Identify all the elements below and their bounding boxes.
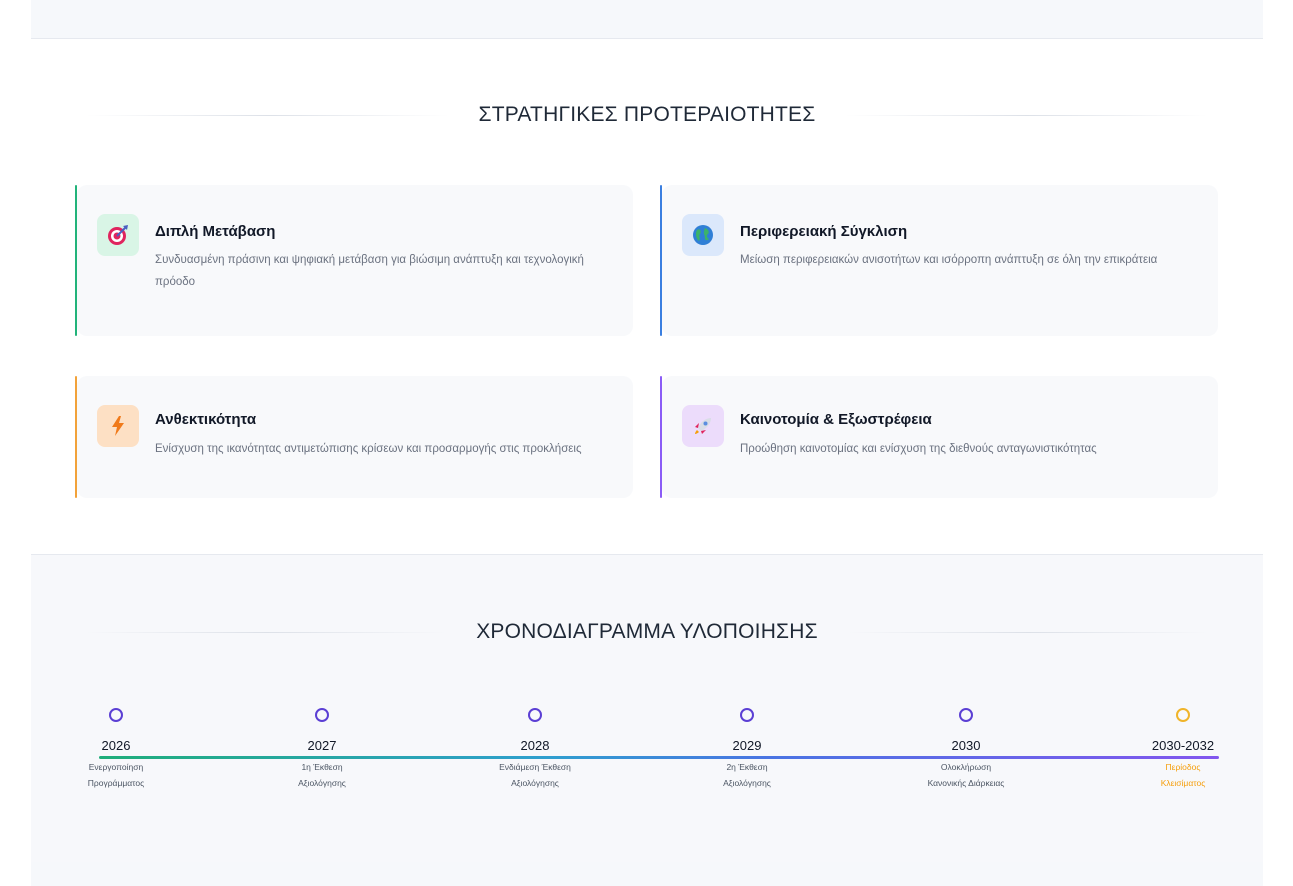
milestone-marker [740, 708, 754, 722]
card-description: Ενίσχυση της ικανότητας αντιμετώπισης κρ… [155, 443, 582, 455]
rocket-icon [682, 405, 724, 447]
globe-icon [682, 214, 724, 256]
milestone-marker [315, 708, 329, 722]
timeline-milestone[interactable]: 2028 Ενδιάμεση Έκθεση Αξιολόγησης [465, 708, 605, 791]
milestone-label: 2η Έκθεση Αξιολόγησης [677, 759, 817, 791]
milestone-year: 2030 [951, 738, 981, 753]
milestone-year: 2029 [732, 738, 762, 753]
card-description: Μείωση περιφερειακών ανισοτήτων και ισόρ… [740, 254, 1158, 266]
milestone-marker [959, 708, 973, 722]
milestone-marker [1176, 708, 1190, 722]
milestone-label: Ενεργοποίηση Προγράμματος [46, 759, 186, 791]
card-description: Προώθηση καινοτομίας και ενίσχυση της δι… [740, 443, 1097, 455]
lightning-icon [97, 405, 139, 447]
card-title: Περιφερειακή Σύγκλιση [740, 223, 908, 240]
milestone-label-line-1: Ολοκλήρωση [940, 762, 992, 772]
milestone-marker [109, 708, 123, 722]
section-title: ΣΤΡΑΤΗΓΙΚΕΣ ΠΡΟΤΕΡΑΙΟΤΗΤΕΣ [478, 103, 816, 126]
strategic-priorities-section: ΣΤΡΑΤΗΓΙΚΕΣ ΠΡΟΤΕΡΑΙΟΤΗΤΕΣ Διπλή Μετάβασ… [31, 39, 1263, 555]
milestone-year: 2028 [520, 738, 550, 753]
milestone-label-line-1: 1η Έκθεση [301, 762, 343, 772]
milestone-label-line-1: Περίοδος [1165, 762, 1201, 772]
milestone-label: Ολοκλήρωση Κανονικής Διάρκειας [896, 759, 1036, 791]
implementation-timeline-section: ΧΡΟΝΟΔΙΑΓΡΑΜΜΑ ΥΛΟΠΟΙΗΣΗΣ 2026 Ενεργοποί… [31, 555, 1263, 863]
priority-card-dual-transition[interactable]: Διπλή Μετάβαση Συνδυασμένη πράσινη και ψ… [75, 185, 633, 336]
milestone-label: 1η Έκθεση Αξιολόγησης [252, 759, 392, 791]
priority-card-regional-convergence[interactable]: Περιφερειακή Σύγκλιση Μείωση περιφερειακ… [660, 185, 1218, 336]
card-title: Διπλή Μετάβαση [155, 223, 276, 240]
milestone-label-line-1: Ενεργοποίηση [88, 762, 144, 772]
timeline-milestone-closing[interactable]: 2030-2032 Περίοδος Κλεισίματος [1113, 708, 1253, 791]
card-title: Καινοτομία & Εξωστρέφεια [740, 411, 932, 428]
divider [86, 114, 449, 116]
milestone-label-line-2: Αξιολόγησης [298, 778, 346, 788]
timeline: 2026 Ενεργοποίηση Προγράμματος 2027 1η Έ… [31, 555, 1263, 862]
milestone-year: 2030-2032 [1151, 738, 1215, 753]
priority-card-innovation[interactable]: Καινοτομία & Εξωστρέφεια Προώθηση καινοτ… [660, 376, 1218, 498]
timeline-milestone[interactable]: 2027 1η Έκθεση Αξιολόγησης [252, 708, 392, 791]
milestone-label-line-2: Αξιολόγησης [511, 778, 559, 788]
timeline-milestone[interactable]: 2029 2η Έκθεση Αξιολόγησης [677, 708, 817, 791]
milestone-label-line-1: 2η Έκθεση [726, 762, 768, 772]
milestone-label-line-1: Ενδιάμεση Έκθεση [499, 762, 571, 772]
bottom-section-edge [31, 862, 1263, 886]
priority-card-resilience[interactable]: Ανθεκτικότητα Ενίσχυση της ικανότητας αν… [75, 376, 633, 498]
divider [845, 114, 1208, 116]
target-icon [97, 214, 139, 256]
timeline-milestone[interactable]: 2026 Ενεργοποίηση Προγράμματος [46, 708, 186, 791]
milestone-label-line-2: Κλεισίματος [1160, 778, 1206, 788]
milestone-label: Ενδιάμεση Έκθεση Αξιολόγησης [465, 759, 605, 791]
milestone-year: 2026 [101, 738, 131, 753]
top-section-edge [31, 0, 1263, 39]
milestone-label-line-2: Κανονικής Διάρκειας [927, 778, 1005, 788]
page-container: ΣΤΡΑΤΗΓΙΚΕΣ ΠΡΟΤΕΡΑΙΟΤΗΤΕΣ Διπλή Μετάβασ… [31, 0, 1263, 886]
priorities-title-row: ΣΤΡΑΤΗΓΙΚΕΣ ΠΡΟΤΕΡΑΙΟΤΗΤΕΣ [86, 100, 1208, 130]
milestone-marker [528, 708, 542, 722]
milestone-label-line-2: Αξιολόγησης [723, 778, 771, 788]
milestone-label: Περίοδος Κλεισίματος [1113, 759, 1253, 791]
card-description: Συνδυασμένη πράσινη και ψηφιακή μετάβαση… [155, 254, 584, 288]
milestone-label-line-2: Προγράμματος [87, 778, 145, 788]
milestone-year: 2027 [307, 738, 337, 753]
card-title: Ανθεκτικότητα [155, 411, 257, 428]
timeline-milestone[interactable]: 2030 Ολοκλήρωση Κανονικής Διάρκειας [896, 708, 1036, 791]
